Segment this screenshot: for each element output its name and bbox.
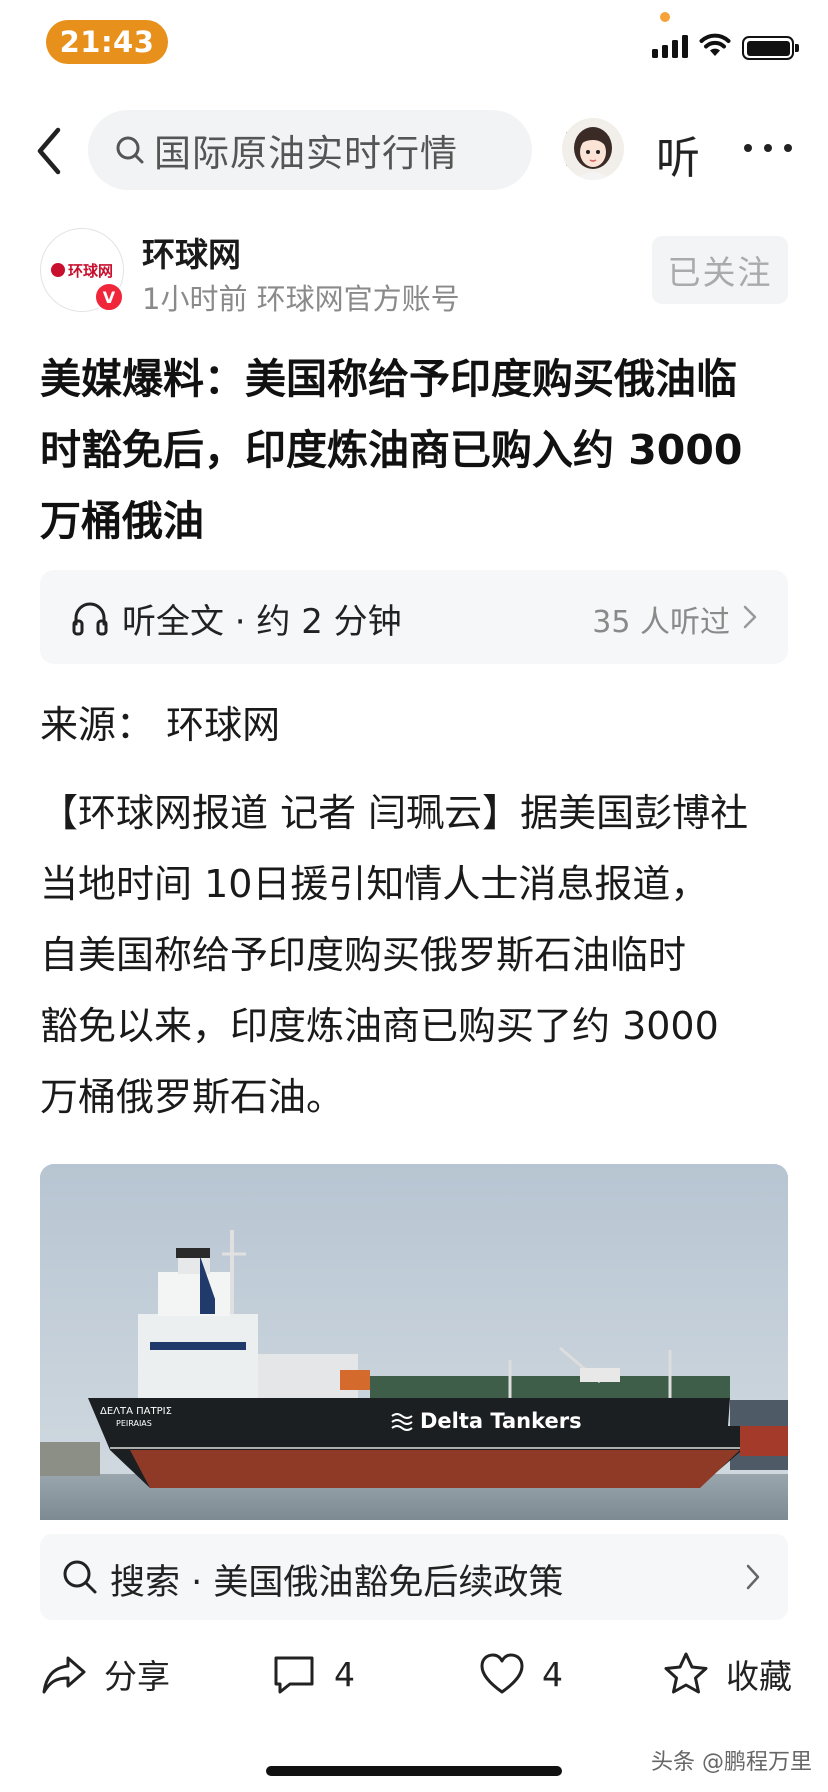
listen-count: 35 人听过 [592,605,730,640]
related-search-label: 搜索 · 美国俄油豁免后续政策 [110,1563,564,1603]
share-label: 分享 [104,1657,170,1696]
article-source: 来源： 环球网 [40,703,281,747]
ship-port-text: PEIRAIAS [116,1419,152,1428]
top-nav: 国际原油实时行情 听 [0,100,828,200]
search-query-text: 国际原油实时行情 [154,132,458,175]
verified-badge-icon: V [94,282,124,312]
logo-text: 环球网 [67,261,113,280]
status-bar: 21:43 [0,0,828,90]
comment-button[interactable]: 4 [270,1650,355,1698]
favorite-label: 收藏 [726,1657,792,1696]
listen-full-article-card[interactable]: 听全文 · 约 2 分钟 35 人听过 [40,570,788,664]
article-body-line: 万桶俄罗斯石油。 [40,1075,345,1119]
author-meta: 1小时前 环球网官方账号 [142,282,460,316]
related-search-card[interactable]: 搜索 · 美国俄油豁免后续政策 [40,1534,788,1620]
battery-icon [742,36,799,60]
article-title: 美媒爆料：美国称给予印度购买俄油临 时豁免后，印度炼油商已购入约 3000 万桶… [40,344,800,557]
favorite-button[interactable]: 收藏 [662,1650,792,1698]
search-input[interactable]: 国际原油实时行情 [88,110,568,190]
article-body-line: 当地时间 10日援引知情人士消息报道， [40,862,709,906]
chevron-right-icon [743,605,757,629]
listen-button[interactable]: 听 [656,122,700,186]
author-name[interactable]: 环球网 [142,228,241,276]
article-body: 【环球网报道 记者 闫珮云】据美国彭博社 当地时间 10日援引知情人士消息报道，… [40,778,800,1133]
listen-full-article-label: 听全文 · 约 2 分钟 [122,602,402,642]
like-button[interactable]: 4 [478,1650,563,1698]
follow-button[interactable]: 已关注 [652,236,788,304]
search-icon [116,136,144,164]
wifi-icon [699,33,731,56]
article-body-line: 【环球网报道 记者 闫珮云】据美国彭博社 [40,791,749,835]
share-button[interactable]: 分享 [40,1650,170,1698]
ship-brand-text: Delta Tankers [420,1409,582,1433]
avatar-illustration [574,127,612,180]
article-body-line: 豁免以来，印度炼油商已购买了约 3000 [40,1004,719,1048]
article-title-line: 美媒爆料：美国称给予印度购买俄油临 [40,355,737,403]
back-icon[interactable] [30,124,70,178]
article-title-line: 时豁免后，印度炼油商已购入约 3000 [40,426,743,474]
tanker-ship-illustration: ΔΕΛΤΑ ΠΑΤΡΙΣ PEIRAIAS Delta Tankers [40,1164,788,1520]
ship-name-text: ΔΕΛΤΑ ΠΑΤΡΙΣ [100,1406,172,1417]
cellular-signal-icon [652,34,688,58]
article-image[interactable]: ΔΕΛΤΑ ΠΑΤΡΙΣ PEIRAIAS Delta Tankers [40,1164,788,1520]
watermark: 头条 @鹏程万里 [651,1750,812,1775]
comment-count: 4 [334,1654,355,1694]
headphone-icon [72,602,108,636]
logo-mark-icon [51,263,65,277]
avatar[interactable] [562,118,624,180]
article-title-line: 万桶俄油 [40,497,204,545]
privacy-indicator-dot [660,12,670,22]
bottom-action-bar: 分享 4 4 收藏 [0,1640,828,1710]
comment-icon [274,1656,314,1694]
like-count: 4 [542,1654,563,1694]
heart-icon [480,1653,524,1694]
search-icon [63,1560,97,1594]
more-options-icon[interactable] [744,144,792,152]
article-body-line: 自美国称给予印度购买俄罗斯石油临时 [40,933,687,977]
status-time: 21:43 [46,20,168,64]
star-icon [664,1652,708,1694]
chevron-right-icon [746,1564,760,1590]
share-icon [42,1656,86,1694]
author-row: 环球网 V 环球网 1小时前 环球网官方账号 已关注 [0,228,828,318]
home-indicator[interactable] [266,1766,562,1776]
